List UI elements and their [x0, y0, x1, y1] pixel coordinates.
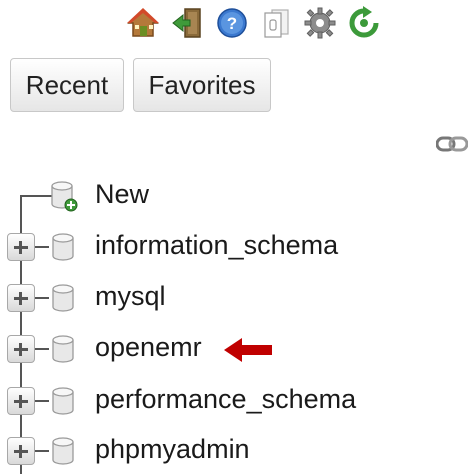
tree-connector: [35, 348, 49, 350]
database-label[interactable]: phpmyadmin: [95, 434, 250, 465]
database-icon: [48, 385, 78, 417]
reload-icon[interactable]: [347, 6, 381, 40]
database-icon: [48, 435, 78, 467]
help-icon[interactable]: ?: [215, 6, 249, 40]
annotation-arrow-icon: [224, 336, 274, 364]
expand-button[interactable]: [7, 284, 35, 312]
expand-button[interactable]: [7, 387, 35, 415]
tree-item-new[interactable]: New: [0, 176, 474, 216]
svg-text:?: ?: [227, 14, 237, 33]
database-label[interactable]: openemr: [95, 332, 202, 363]
database-icon: [48, 231, 78, 263]
database-icon: [48, 282, 78, 314]
tab-favorites-label: Favorites: [148, 69, 256, 100]
tree-item-mysql[interactable]: mysql: [0, 278, 474, 318]
tree-connector: [35, 450, 49, 452]
tree-connector: [35, 400, 49, 402]
tree-item-information-schema[interactable]: information_schema: [0, 227, 474, 267]
home-icon[interactable]: [126, 6, 160, 40]
tree-connector: [35, 297, 49, 299]
tree-connector: [35, 246, 49, 248]
database-label[interactable]: performance_schema: [95, 384, 356, 415]
settings-icon[interactable]: [303, 6, 337, 40]
tree-item-new-label[interactable]: New: [95, 179, 149, 210]
expand-button[interactable]: [7, 233, 35, 261]
database-icon: [48, 333, 78, 365]
tree-item-phpmyadmin[interactable]: phpmyadmin: [0, 431, 474, 471]
database-label[interactable]: mysql: [95, 281, 166, 312]
documentation-icon[interactable]: [259, 6, 293, 40]
navigation-toolbar: ?: [126, 6, 386, 46]
tab-favorites[interactable]: Favorites: [133, 58, 271, 112]
exit-icon[interactable]: [170, 6, 204, 40]
database-label[interactable]: information_schema: [95, 230, 338, 261]
new-database-icon: [48, 180, 78, 212]
tree-item-performance-schema[interactable]: performance_schema: [0, 381, 474, 421]
tab-recent-label: Recent: [25, 69, 109, 100]
expand-button[interactable]: [7, 335, 35, 363]
expand-button[interactable]: [7, 437, 35, 465]
tab-recent[interactable]: Recent: [10, 58, 124, 112]
navigation-panel: ? Recent Favorites New information_schem…: [0, 0, 474, 474]
link-icon[interactable]: [436, 134, 468, 154]
